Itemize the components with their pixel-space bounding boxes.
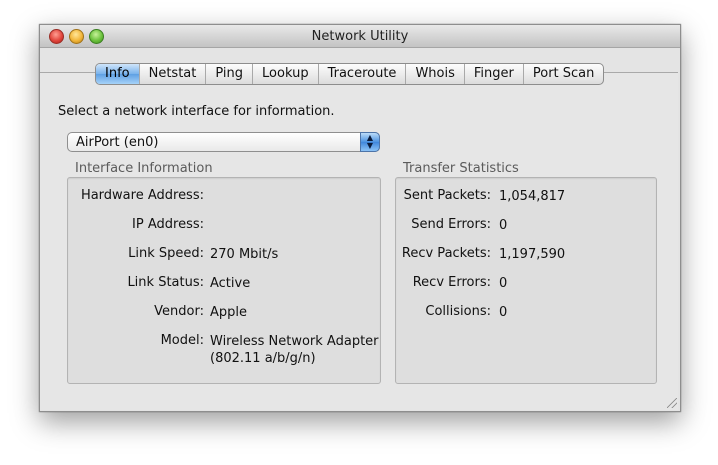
tab-netstat[interactable]: Netstat	[138, 64, 206, 84]
interface-info-box: Hardware Address: IP Address: Link Speed…	[67, 177, 381, 384]
vendor-value: Apple	[210, 305, 248, 320]
hardware-address-row: Hardware Address:	[68, 188, 380, 206]
collisions-value: 0	[499, 305, 508, 320]
transfer-stats-title: Transfer Statistics	[403, 161, 519, 176]
vendor-row: Vendor: Apple	[68, 304, 380, 322]
title-bar[interactable]: Network Utility	[40, 25, 680, 48]
transfer-stats-box: Sent Packets: 1,054,817 Send Errors: 0 R…	[395, 177, 657, 384]
recv-packets-value: 1,197,590	[499, 247, 566, 262]
collisions-row: Collisions: 0	[396, 304, 656, 322]
recv-errors-label: Recv Errors:	[412, 275, 491, 290]
interface-prompt: Select a network interface for informati…	[58, 104, 335, 119]
sent-packets-row: Sent Packets: 1,054,817	[396, 188, 656, 206]
ip-address-label: IP Address:	[132, 217, 204, 232]
send-errors-row: Send Errors: 0	[396, 217, 656, 235]
tab-bar: Info Netstat Ping Lookup Traceroute Whoi…	[95, 63, 605, 85]
hardware-address-label: Hardware Address:	[80, 188, 204, 203]
interface-select[interactable]: AirPort (en0) ▲ ▼	[67, 132, 380, 152]
model-row: Model: Wireless Network Adapter (802.11 …	[68, 333, 380, 366]
link-speed-row: Link Speed: 270 Mbit/s	[68, 246, 380, 264]
model-label: Model:	[160, 333, 204, 348]
recv-packets-label: Recv Packets:	[401, 246, 491, 261]
interface-info-title: Interface Information	[75, 161, 213, 176]
recv-packets-row: Recv Packets: 1,197,590	[396, 246, 656, 264]
model-value-line1: Wireless Network Adapter	[210, 334, 379, 349]
collisions-label: Collisions:	[425, 304, 491, 319]
window-title: Network Utility	[311, 29, 409, 44]
resize-grip-icon[interactable]	[667, 398, 677, 408]
tab-whois[interactable]: Whois	[405, 64, 463, 84]
tab-lookup[interactable]: Lookup	[252, 64, 318, 84]
tab-ping[interactable]: Ping	[205, 64, 252, 84]
recv-errors-row: Recv Errors: 0	[396, 275, 656, 293]
ip-address-row: IP Address:	[68, 217, 380, 235]
vendor-label: Vendor:	[154, 304, 204, 319]
tab-info[interactable]: Info	[96, 64, 139, 84]
link-status-row: Link Status: Active	[68, 275, 380, 293]
link-status-label: Link Status:	[127, 275, 204, 290]
model-value-line2: (802.11 a/b/g/n)	[210, 351, 316, 366]
sent-packets-value: 1,054,817	[499, 189, 566, 204]
network-utility-window: Network Utility Info Netstat Ping Lookup…	[39, 24, 681, 412]
send-errors-value: 0	[499, 218, 508, 233]
tab-finger[interactable]: Finger	[463, 64, 523, 84]
recv-errors-value: 0	[499, 276, 508, 291]
up-down-arrows-icon[interactable]: ▲ ▼	[360, 132, 380, 152]
send-errors-label: Send Errors:	[411, 217, 491, 232]
interface-select-value: AirPort (en0)	[76, 135, 159, 150]
sent-packets-label: Sent Packets:	[403, 188, 491, 203]
tab-traceroute[interactable]: Traceroute	[317, 64, 406, 84]
link-speed-label: Link Speed:	[128, 246, 204, 261]
tab-port-scan[interactable]: Port Scan	[522, 64, 604, 84]
link-status-value: Active	[210, 276, 251, 291]
link-speed-value: 270 Mbit/s	[210, 247, 279, 262]
